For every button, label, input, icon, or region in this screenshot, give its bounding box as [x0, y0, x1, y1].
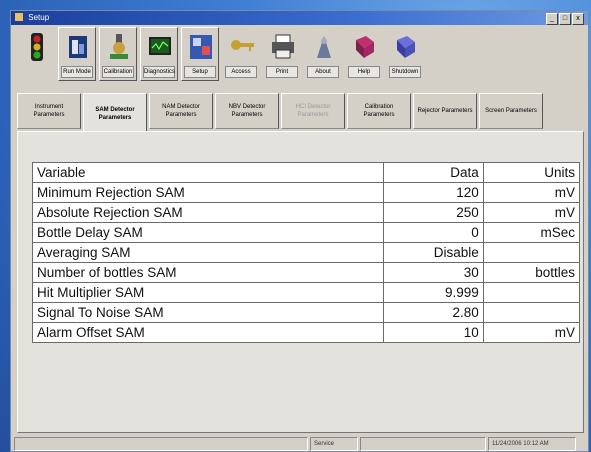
maximize-button[interactable]: □ — [559, 13, 571, 25]
tab-calibration-parameters[interactable]: Calibration Parameters — [347, 93, 411, 129]
units-cell — [482, 242, 581, 263]
data-cell[interactable]: Disable — [382, 242, 484, 263]
calibration-button[interactable]: Calibration — [99, 27, 137, 81]
minimize-button[interactable]: _ — [546, 13, 558, 25]
variable-cell: Signal To Noise SAM — [32, 302, 384, 323]
shutdown-button[interactable]: Shutdown — [386, 27, 424, 81]
data-cell[interactable]: 10 — [382, 322, 484, 343]
tab-nbv-detector-parameters[interactable]: NBV Detector Parameters — [215, 93, 279, 129]
printer-icon — [272, 34, 294, 59]
units-cell: mV — [482, 182, 581, 203]
variable-cell: Minimum Rejection SAM — [32, 182, 384, 203]
status-pane-blank — [14, 437, 308, 451]
header-units: Units — [482, 162, 581, 183]
tab-strip: Instrument Parameters SAM Detector Param… — [17, 93, 586, 133]
status-pane-blank-2 — [360, 437, 486, 451]
tab-screen-parameters[interactable]: Screen Parameters — [479, 93, 543, 129]
traffic-light-button[interactable] — [17, 27, 55, 81]
diagnostics-button[interactable]: Diagnostics — [140, 27, 178, 81]
table-row: Alarm Offset SAM 10 mV — [32, 322, 581, 343]
variable-cell: Bottle Delay SAM — [32, 222, 384, 243]
shutdown-label: Shutdown — [389, 66, 421, 78]
gauge-icon — [69, 36, 87, 58]
table-row: Averaging SAM Disable — [32, 242, 581, 263]
tab-sam-detector-parameters[interactable]: SAM Detector Parameters — [83, 93, 147, 133]
traffic-light-icon — [31, 33, 43, 61]
about-label: About — [307, 66, 339, 78]
setup-icon — [190, 35, 212, 59]
table-row: Minimum Rejection SAM 120 mV — [32, 182, 581, 203]
table-header-row: Variable Data Units — [32, 162, 581, 183]
variable-cell: Alarm Offset SAM — [32, 322, 384, 343]
tab-hci-detector-parameters: HCI Detector Parameters — [281, 93, 345, 129]
window-title: Setup — [28, 13, 50, 22]
status-bar: Service 11/24/2006 10:12 AM — [13, 435, 586, 451]
run-mode-button[interactable]: Run Mode — [58, 27, 96, 81]
units-cell: mSec — [482, 222, 581, 243]
tab-nam-detector-parameters[interactable]: NAM Detector Parameters — [149, 93, 213, 129]
help-book-icon — [356, 36, 374, 58]
variable-cell: Averaging SAM — [32, 242, 384, 263]
calibration-icon — [110, 34, 128, 59]
monitor-icon — [149, 37, 171, 55]
help-button[interactable]: Help — [345, 27, 383, 81]
tab-rejector-parameters[interactable]: Rejector Parameters — [413, 93, 477, 129]
header-data: Data — [382, 162, 484, 183]
parameters-table: Variable Data Units Minimum Rejection SA… — [32, 162, 581, 343]
setup-button[interactable]: Setup — [181, 27, 219, 81]
data-cell[interactable]: 9.999 — [382, 282, 484, 303]
table-row: Hit Multiplier SAM 9.999 — [32, 282, 581, 303]
about-icon — [317, 36, 331, 58]
run-mode-label: Run Mode — [61, 66, 93, 78]
access-label: Access — [225, 66, 257, 78]
data-cell[interactable]: 0 — [382, 222, 484, 243]
window-controls: _ □ x — [546, 13, 584, 25]
about-button[interactable]: About — [304, 27, 342, 81]
variable-cell: Number of bottles SAM — [32, 262, 384, 283]
parameters-panel: Variable Data Units Minimum Rejection SA… — [17, 131, 584, 433]
data-cell[interactable]: 250 — [382, 202, 484, 223]
print-button[interactable]: Print — [263, 27, 301, 81]
app-icon — [15, 13, 23, 21]
units-cell: bottles — [482, 262, 581, 283]
tab-instrument-parameters[interactable]: Instrument Parameters — [17, 93, 81, 129]
status-mode: Service — [310, 437, 358, 451]
shutdown-icon — [397, 36, 415, 58]
variable-cell: Hit Multiplier SAM — [32, 282, 384, 303]
units-cell — [482, 282, 581, 303]
key-icon — [231, 40, 254, 51]
diagnostics-label: Diagnostics — [143, 66, 175, 78]
access-button[interactable]: Access — [222, 27, 260, 81]
setup-window: Setup _ □ x Run Mode Calibration Diagnos… — [10, 10, 589, 452]
status-datetime: 11/24/2006 10:12 AM — [488, 437, 576, 451]
calibration-label: Calibration — [102, 66, 134, 78]
units-cell — [482, 302, 581, 323]
table-row: Absolute Rejection SAM 250 mV — [32, 202, 581, 223]
table-row: Signal To Noise SAM 2.80 — [32, 302, 581, 323]
variable-cell: Absolute Rejection SAM — [32, 202, 384, 223]
data-cell[interactable]: 120 — [382, 182, 484, 203]
data-cell[interactable]: 2.80 — [382, 302, 484, 323]
header-variable: Variable — [32, 162, 384, 183]
units-cell: mV — [482, 202, 581, 223]
toolbar: Run Mode Calibration Diagnostics Setup A… — [13, 27, 586, 85]
help-label: Help — [348, 66, 380, 78]
setup-label: Setup — [184, 66, 216, 78]
table-row: Bottle Delay SAM 0 mSec — [32, 222, 581, 243]
data-cell[interactable]: 30 — [382, 262, 484, 283]
title-bar: Setup _ □ x — [11, 11, 588, 25]
print-label: Print — [266, 66, 298, 78]
close-button[interactable]: x — [572, 13, 584, 25]
table-row: Number of bottles SAM 30 bottles — [32, 262, 581, 283]
units-cell: mV — [482, 322, 581, 343]
